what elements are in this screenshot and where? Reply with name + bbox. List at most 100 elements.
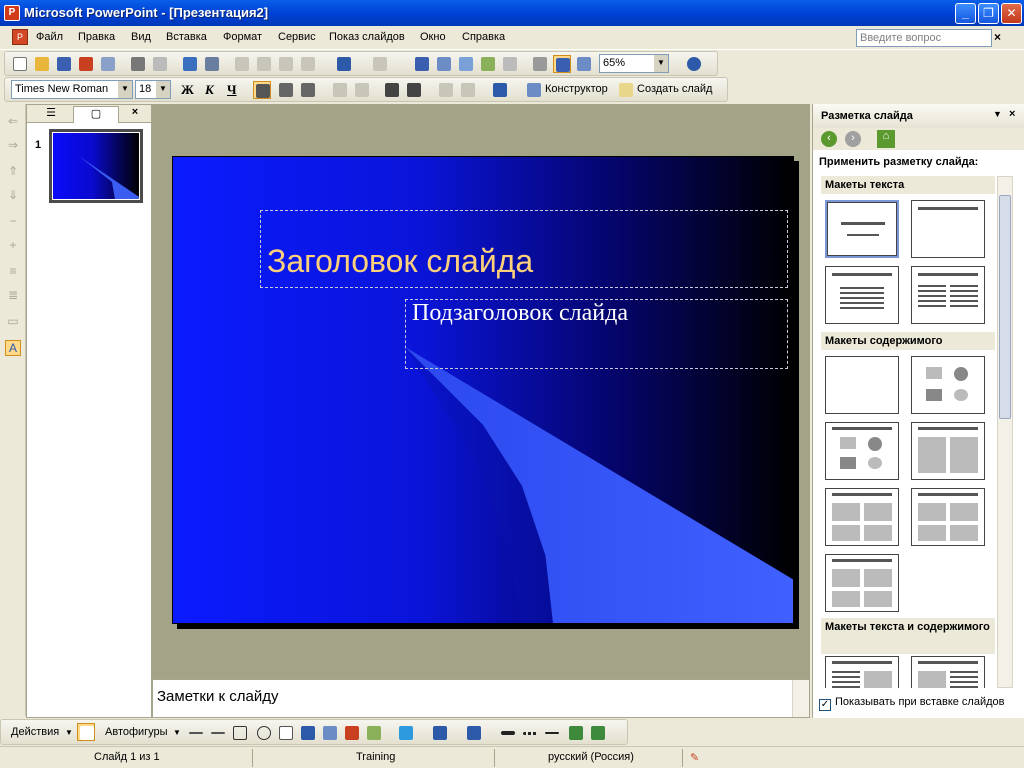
show-formatting-icon[interactable]: A [5,340,21,356]
ask-question-input[interactable]: Введите вопрос [856,29,992,47]
spelling-icon[interactable] [181,55,199,73]
research-icon[interactable] [203,55,221,73]
italic-button[interactable]: К [205,82,214,98]
increase-indent-icon[interactable] [459,81,477,99]
insert-diagram-icon[interactable] [457,55,475,73]
actions-menu[interactable]: Действия [11,726,59,738]
layout-title-text[interactable] [825,266,899,324]
layout-title-slide[interactable] [825,200,899,258]
layout-title-content[interactable] [825,422,899,480]
show-formatting-icon[interactable] [553,55,571,73]
chevron-down-icon[interactable]: ▼ [65,728,73,737]
designer-icon[interactable] [525,81,543,99]
underline-button[interactable]: Ч [227,82,237,98]
decrease-indent-icon[interactable] [437,81,455,99]
shadow-style-icon[interactable] [567,724,585,742]
home-icon[interactable]: ⌂ [877,130,895,148]
maximize-button[interactable]: ❐ [978,3,999,24]
menu-format[interactable]: Формат [223,31,262,43]
line-icon[interactable] [187,724,205,742]
wordart-icon[interactable] [299,724,317,742]
promote-icon[interactable]: ⇐ [5,114,21,130]
help-icon[interactable] [685,55,703,73]
font-color-icon[interactable] [465,724,483,742]
minimize-button[interactable]: _ [955,3,976,24]
move-down-icon[interactable]: ⇓ [5,188,21,204]
3d-style-icon[interactable] [589,724,607,742]
select-objects-icon[interactable] [77,723,95,741]
cut-icon[interactable] [233,55,251,73]
slide[interactable]: Заголовок слайда Подзаголовок слайда [172,156,794,624]
menu-window[interactable]: Окно [420,31,446,43]
redo-icon[interactable] [371,55,389,73]
expand-icon[interactable]: + [5,238,21,254]
layout-title-two-over-content[interactable] [911,488,985,546]
show-on-insert-option[interactable]: ✓ Показывать при вставке слайдов [819,696,1005,711]
bullets-icon[interactable] [353,81,371,99]
menu-insert[interactable]: Вставка [166,31,207,43]
new-icon[interactable] [11,55,29,73]
menu-file[interactable]: Файл [36,31,63,43]
layout-title-two-content[interactable] [911,422,985,480]
hyperlink-icon[interactable] [501,55,519,73]
close-document-button[interactable]: × [994,30,1001,44]
clip-art-icon[interactable] [343,724,361,742]
show-on-insert-checkbox[interactable]: ✓ [819,699,831,711]
save-icon[interactable] [55,55,73,73]
align-center-icon[interactable] [277,81,295,99]
close-window-button[interactable]: ✕ [1001,3,1022,24]
font-size-select[interactable]: 18 ▼ [135,80,171,99]
new-slide-button[interactable]: Создать слайд [637,83,712,95]
print-icon[interactable] [129,55,147,73]
autoshapes-menu[interactable]: Автофигуры [105,726,168,738]
powerpoint-app-icon[interactable]: P [4,5,20,21]
notes-pane[interactable]: Заметки к слайду [152,679,810,718]
insert-table-icon[interactable] [435,55,453,73]
chevron-down-icon[interactable]: ▼ [118,81,132,98]
designer-button[interactable]: Конструктор [545,83,608,95]
insert-chart-icon[interactable] [413,55,431,73]
arrow-icon[interactable] [209,724,227,742]
close-pane-button[interactable]: × [125,106,145,123]
layout-title-only[interactable] [911,200,985,258]
layout-title-four-content[interactable] [825,554,899,612]
back-icon[interactable]: ‹ [821,131,837,147]
chevron-down-icon[interactable]: ▼ [654,55,668,72]
document-icon[interactable]: P [12,29,28,45]
diagram-icon[interactable] [321,724,339,742]
chevron-down-icon[interactable]: ▼ [156,81,170,98]
paste-icon[interactable] [277,55,295,73]
menu-slideshow[interactable]: Показ слайдов [329,31,405,43]
menu-edit[interactable]: Правка [78,31,115,43]
menu-help[interactable]: Справка [462,31,505,43]
layout-title-content-over-two[interactable] [825,488,899,546]
expand-all-icon[interactable] [531,55,549,73]
layout-title-content-text[interactable] [911,656,985,688]
menu-view[interactable]: Вид [131,31,151,43]
spelling-status-icon[interactable]: ✎ [690,751,699,764]
layout-title-text-content[interactable] [825,656,899,688]
insert-picture-icon[interactable] [479,55,497,73]
tab-slides[interactable]: ▢ [73,106,119,123]
layout-title-two-columns[interactable] [911,266,985,324]
close-icon[interactable]: × [1009,108,1015,120]
open-icon[interactable] [33,55,51,73]
arrow-style-icon[interactable] [543,724,561,742]
gallery-scrollbar[interactable] [997,176,1013,688]
chevron-down-icon[interactable]: ▼ [993,109,1002,119]
tab-outline[interactable]: ☰ [31,106,71,123]
collapse-icon[interactable]: − [5,214,21,230]
slide-thumbnail[interactable] [49,129,143,203]
collapse-all-icon[interactable]: ≡ [5,264,21,280]
decrease-font-icon[interactable] [405,81,423,99]
increase-font-icon[interactable] [383,81,401,99]
permission-icon[interactable] [77,55,95,73]
show-grid-icon[interactable] [575,55,593,73]
title-placeholder[interactable]: Заголовок слайда [260,210,788,288]
email-icon[interactable] [99,55,117,73]
summary-slide-icon[interactable]: ▭ [5,314,21,330]
text-box-icon[interactable] [277,724,295,742]
undo-icon[interactable] [335,55,353,73]
zoom-select[interactable]: 65% ▼ [599,54,669,73]
oval-icon[interactable] [255,724,273,742]
